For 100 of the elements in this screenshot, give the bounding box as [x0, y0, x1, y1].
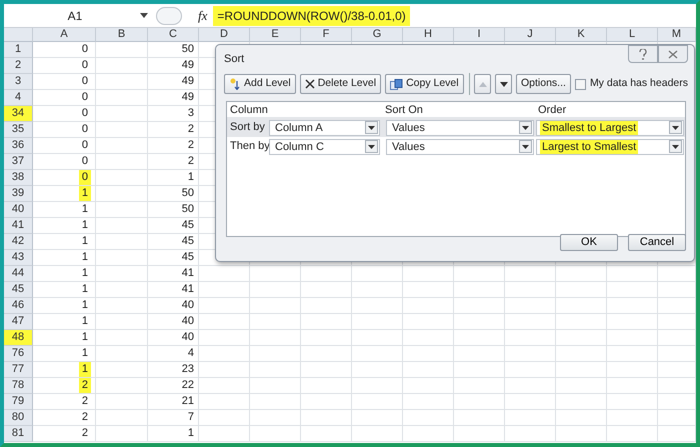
empty-cell: [607, 394, 658, 410]
column-header[interactable]: L: [607, 28, 658, 42]
column-dropdown[interactable]: Column A: [269, 120, 380, 136]
empty-cell: [199, 346, 250, 362]
empty-cell: [301, 266, 352, 282]
row-header[interactable]: 39: [4, 186, 33, 202]
row-header[interactable]: 81: [4, 426, 33, 442]
order-dropdown[interactable]: Largest to Smallest: [536, 138, 684, 154]
row-header[interactable]: 42: [4, 234, 33, 250]
select-all-corner[interactable]: [4, 28, 33, 42]
row-header[interactable]: 37: [4, 154, 33, 170]
table-cell-text: 0: [80, 90, 89, 105]
empty-cell: [250, 426, 301, 442]
row-header[interactable]: 47: [4, 314, 33, 330]
table-cell: 1: [148, 170, 199, 186]
insert-function-label[interactable]: fx: [198, 6, 208, 26]
add-level-button[interactable]: Add Level: [224, 74, 296, 94]
row-header[interactable]: 40: [4, 202, 33, 218]
row-header[interactable]: 38: [4, 170, 33, 186]
formula-text[interactable]: =ROUNDDOWN(ROW()/38-0.01,0): [213, 6, 410, 26]
sort-on-dropdown[interactable]: Values: [386, 138, 534, 154]
order-dropdown[interactable]: Smallest to Largest: [536, 120, 684, 136]
table-cell: 7: [148, 410, 199, 426]
empty-cell: [250, 266, 301, 282]
copy-level-button[interactable]: Copy Level: [385, 74, 464, 94]
row-header[interactable]: 41: [4, 218, 33, 234]
column-header[interactable]: K: [556, 28, 607, 42]
empty-cell: [607, 362, 658, 378]
empty-cell: [658, 394, 696, 410]
column-dropdown[interactable]: Column C: [269, 138, 380, 154]
empty-cell: [454, 266, 505, 282]
column-header[interactable]: F: [301, 28, 352, 42]
empty-cell: [658, 314, 696, 330]
column-header[interactable]: J: [505, 28, 556, 42]
table-cell: 50: [148, 186, 199, 202]
row-header[interactable]: 76: [4, 346, 33, 362]
row-header[interactable]: 2: [4, 58, 33, 74]
row-header[interactable]: 79: [4, 394, 33, 410]
column-header[interactable]: D: [199, 28, 250, 42]
row-header[interactable]: 35: [4, 122, 33, 138]
column-header[interactable]: B: [96, 28, 148, 42]
ok-button[interactable]: OK: [560, 234, 618, 251]
table-cell: 45: [148, 218, 199, 234]
empty-cell: [199, 410, 250, 426]
empty-cell: [607, 298, 658, 314]
empty-cell: [250, 394, 301, 410]
empty-cell: [301, 362, 352, 378]
column-header[interactable]: E: [250, 28, 301, 42]
column-header[interactable]: H: [403, 28, 454, 42]
sort-level-row[interactable]: Sort by Column A Values Smallest to Largest: [227, 118, 685, 137]
sort-level-row[interactable]: Then by Column C Values Largest to Smallest: [227, 137, 685, 156]
row-header[interactable]: 3: [4, 74, 33, 90]
empty-cell: [658, 378, 696, 394]
formula-bar-control[interactable]: [156, 6, 182, 24]
table-cell-text: 0: [80, 138, 89, 153]
table-cell: 49: [148, 74, 199, 90]
empty-cell: [658, 298, 696, 314]
column-header[interactable]: G: [352, 28, 403, 42]
empty-cell: [607, 314, 658, 330]
empty-cell: [658, 282, 696, 298]
empty-cell: [607, 346, 658, 362]
name-box[interactable]: A1: [10, 6, 140, 24]
empty-cell: [556, 266, 607, 282]
help-button[interactable]: [628, 45, 658, 63]
delete-level-button[interactable]: Delete Level: [300, 74, 382, 94]
checkbox[interactable]: [574, 78, 586, 90]
column-header[interactable]: A: [33, 28, 96, 42]
row-header[interactable]: 77: [4, 362, 33, 378]
row-header[interactable]: 80: [4, 410, 33, 426]
empty-cell: [658, 330, 696, 346]
empty-cell: [403, 266, 454, 282]
close-button[interactable]: [658, 45, 688, 63]
row-header[interactable]: 34: [4, 106, 33, 122]
table-cell-text: 0: [80, 154, 89, 169]
empty-cell: [199, 266, 250, 282]
table-cell-text: 2: [80, 426, 89, 441]
row-header[interactable]: 43: [4, 250, 33, 266]
move-down-button[interactable]: [495, 74, 512, 94]
dropdown-arrow-icon: [522, 144, 529, 148]
empty-cell: [403, 282, 454, 298]
checkbox-label[interactable]: My data has headers: [590, 76, 688, 92]
column-header[interactable]: I: [454, 28, 505, 42]
row-header[interactable]: 48: [4, 330, 33, 346]
row-header[interactable]: 46: [4, 298, 33, 314]
sort-on-dropdown[interactable]: Values: [386, 120, 534, 136]
table-cell: 1: [78, 186, 91, 201]
row-header[interactable]: 36: [4, 138, 33, 154]
empty-cell: [199, 362, 250, 378]
cancel-button[interactable]: Cancel: [628, 234, 686, 251]
column-header[interactable]: C: [148, 28, 199, 42]
options-button[interactable]: Options...: [516, 74, 571, 94]
column-header[interactable]: M: [658, 28, 696, 42]
row-header[interactable]: 44: [4, 266, 33, 282]
row-header[interactable]: 4: [4, 90, 33, 106]
row-header[interactable]: 1: [4, 42, 33, 58]
empty-cell: [658, 426, 696, 442]
empty-cell: [454, 362, 505, 378]
row-header[interactable]: 78: [4, 378, 33, 394]
row-header[interactable]: 45: [4, 282, 33, 298]
close-icon: [668, 50, 678, 58]
